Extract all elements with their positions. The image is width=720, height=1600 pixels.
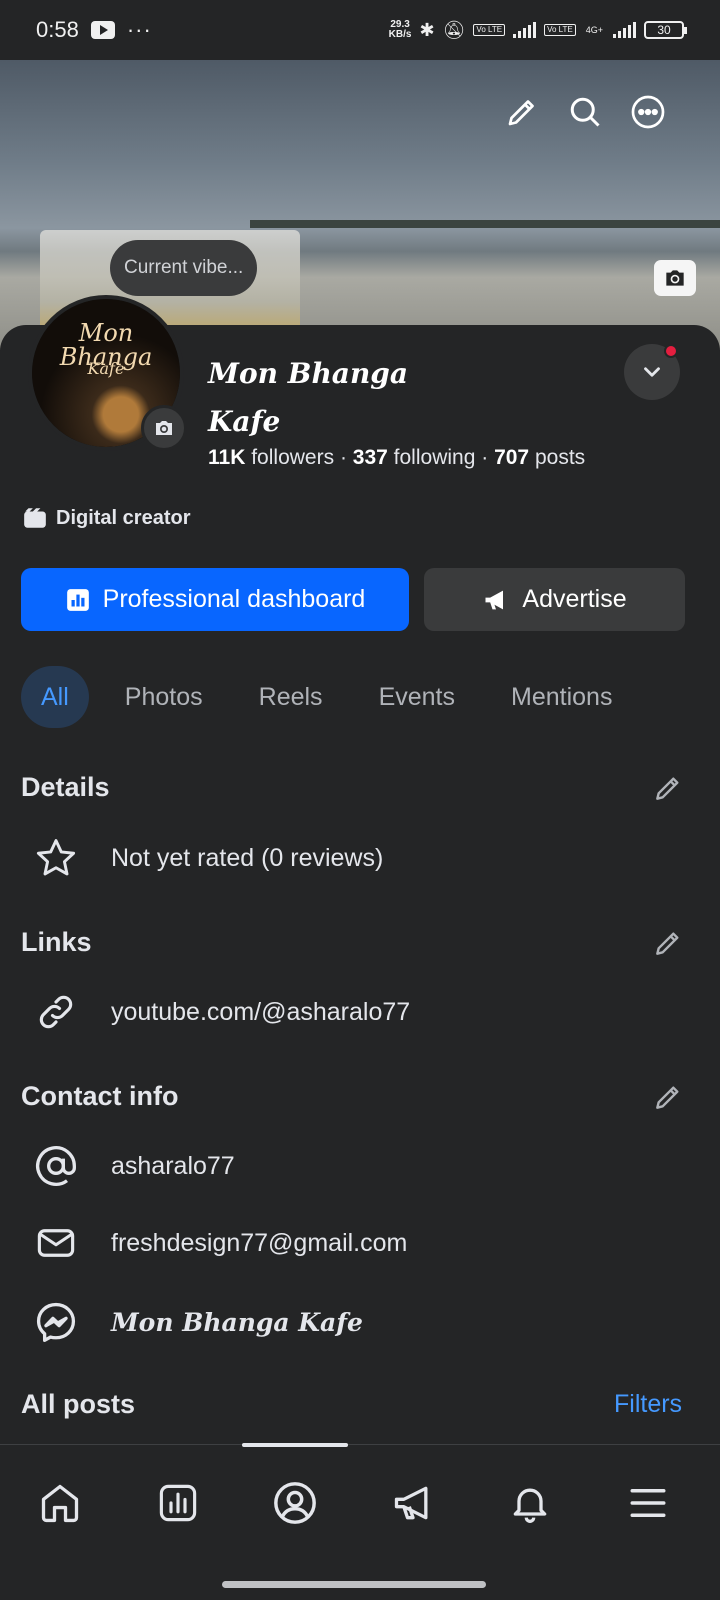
profile-tabs: All Photos Reels Events Mentions (21, 666, 648, 728)
status-time: 0:58 (36, 17, 79, 42)
more-icon[interactable] (626, 90, 670, 134)
search-icon[interactable] (563, 90, 607, 134)
signal-icon-2 (613, 22, 636, 38)
active-tab-indicator (242, 1443, 348, 1447)
status-bar: 0:58 ··· 29.3 KB/s ✱ 🔕︎ Vo LTE Vo LTE 4G… (0, 0, 720, 60)
megaphone-icon (485, 590, 504, 609)
profile-name-line1: Mon Bhanga (208, 357, 409, 390)
profile-name: Mon Bhanga Kafe (208, 350, 448, 446)
bell-icon[interactable] (500, 1473, 560, 1533)
mute-icon: 🔕︎ (442, 19, 466, 40)
filters-button[interactable]: Filters (614, 1390, 682, 1419)
links-title: Links (21, 927, 92, 957)
battery-icon: 30 (644, 21, 687, 39)
professional-dashboard-button[interactable]: Professional dashboard (21, 568, 409, 631)
network-speed: 29.3 KB/s (388, 19, 412, 40)
tab-mentions[interactable]: Mentions (491, 666, 632, 728)
profile-stats: 11K followers · 337 following · 707 post… (208, 446, 586, 469)
posts-label: posts (534, 446, 586, 469)
at-sign-icon (30, 1140, 82, 1192)
tab-photos[interactable]: Photos (105, 666, 223, 728)
youtube-notification-icon (90, 21, 115, 39)
handle-text[interactable]: asharalo77 (111, 1152, 235, 1181)
following-label[interactable]: following (394, 446, 476, 469)
notification-dot (664, 344, 678, 358)
posts-count: 707 (494, 446, 530, 469)
cover-camera-icon[interactable] (654, 260, 696, 296)
tab-all[interactable]: All (21, 666, 89, 728)
all-posts-title: All posts (21, 1389, 136, 1419)
contact-edit-icon[interactable] (650, 1079, 686, 1115)
chevron-down-icon (644, 367, 660, 377)
bottom-navigation (0, 1443, 720, 1600)
youtube-link[interactable]: youtube.com/@asharalo77 (111, 998, 410, 1027)
current-vibe-button[interactable]: Current vibe... (110, 240, 258, 296)
volte-icon-2: Vo LTE (544, 24, 576, 36)
avatar-camera-icon[interactable] (141, 405, 187, 451)
mail-icon (30, 1217, 82, 1269)
megaphone-icon[interactable] (383, 1473, 443, 1533)
profile-category: Digital creator (22, 505, 190, 531)
rating-row: Not yet rated (0 reviews) (30, 832, 383, 884)
tab-reels[interactable]: Reels (239, 666, 343, 728)
gesture-handle[interactable] (222, 1581, 486, 1588)
cover-shoreline (250, 220, 720, 228)
home-icon[interactable] (30, 1473, 90, 1533)
clapperboard-icon (24, 508, 46, 528)
profile-icon[interactable] (265, 1473, 325, 1533)
dashboard-icon[interactable] (148, 1473, 208, 1533)
contact-title: Contact info (21, 1081, 179, 1111)
more-notifications-icon: ··· (126, 17, 152, 42)
avatar-logo-subtext: Kafe (87, 359, 125, 378)
handle-row[interactable]: asharalo77 (30, 1140, 235, 1192)
email-text[interactable]: freshdesign77@gmail.com (111, 1229, 407, 1258)
links-edit-icon[interactable] (650, 925, 686, 961)
followers-label[interactable]: followers (251, 446, 334, 469)
messenger-icon (30, 1296, 82, 1348)
messenger-row[interactable]: Mon Bhanga Kafe (30, 1296, 363, 1348)
messenger-text[interactable]: Mon Bhanga Kafe (111, 1308, 363, 1337)
dashboard-chart-icon (66, 588, 89, 611)
signal-icon (513, 22, 537, 38)
pencil-icon[interactable] (500, 90, 544, 134)
details-title: Details (21, 772, 110, 802)
following-count[interactable]: 337 (353, 446, 388, 469)
link-icon (30, 986, 82, 1038)
bluetooth-icon: ✱ (419, 19, 435, 40)
network-type: 4G+ (585, 25, 603, 35)
star-icon (30, 832, 82, 884)
rating-text: Not yet rated (0 reviews) (111, 843, 384, 872)
menu-icon[interactable] (618, 1473, 678, 1533)
advertise-button[interactable]: Advertise (424, 568, 685, 631)
tab-events[interactable]: Events (359, 666, 475, 728)
followers-count[interactable]: 11K (208, 446, 245, 469)
details-edit-icon[interactable] (650, 770, 686, 806)
profile-switch-button[interactable] (624, 344, 680, 400)
profile-name-line2: Kafe (208, 405, 281, 438)
email-row[interactable]: freshdesign77@gmail.com (30, 1217, 407, 1269)
volte-icon: Vo LTE (473, 24, 506, 36)
category-label: Digital creator (56, 506, 191, 529)
link-row[interactable]: youtube.com/@asharalo77 (30, 986, 410, 1038)
